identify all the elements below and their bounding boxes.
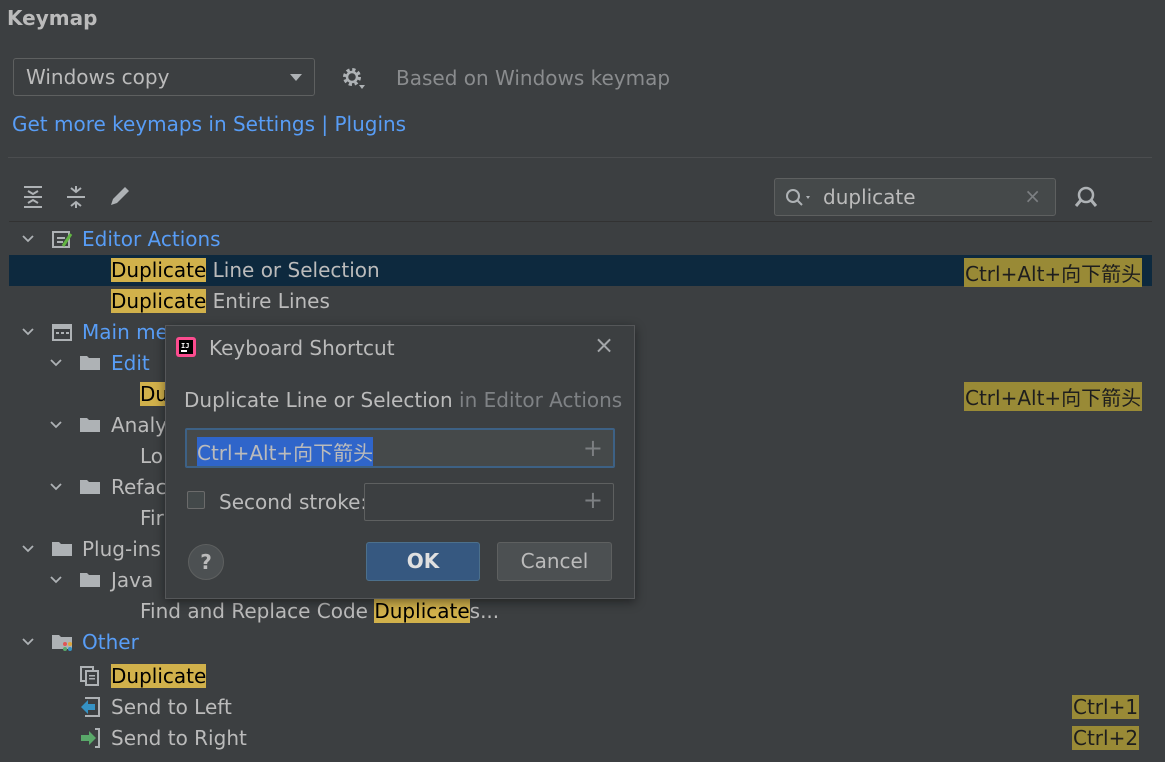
tree-label: Analy — [111, 413, 168, 437]
close-icon[interactable]: × — [594, 333, 614, 357]
tree-label: Plug-ins — [82, 537, 161, 561]
chevron-down-icon[interactable] — [50, 481, 62, 493]
plus-icon[interactable]: + — [583, 486, 603, 514]
divider — [8, 157, 1152, 158]
chevron-down-icon[interactable] — [50, 574, 62, 586]
search-highlight: Duplicate — [111, 664, 207, 688]
folder-icon — [80, 480, 100, 494]
search-field[interactable]: × — [774, 178, 1056, 216]
tree-label-suffix: s... — [469, 599, 500, 623]
tree-label: Main me — [82, 320, 168, 344]
tree-label: Other — [82, 630, 139, 654]
chevron-down-icon[interactable] — [22, 326, 34, 338]
second-stroke-checkbox[interactable] — [187, 491, 205, 509]
tree-label: Fir — [140, 506, 164, 530]
shortcut-badge: Ctrl+Alt+向下箭头 — [964, 258, 1143, 287]
chevron-down-icon[interactable] — [50, 357, 62, 369]
tree-label: Entire Lines — [206, 289, 330, 313]
action-name: Duplicate Line or Selection — [184, 388, 453, 412]
tree-row-send-right[interactable]: Send to Right Ctrl+2 — [9, 723, 1152, 754]
app-logo-icon: IJ — [176, 337, 196, 357]
expand-all-icon[interactable] — [20, 183, 48, 211]
chevron-down-icon[interactable] — [22, 636, 34, 648]
shortcut-badge: Ctrl+2 — [1072, 726, 1140, 750]
main-menu-icon — [52, 324, 72, 341]
other-folder-icon — [52, 635, 72, 651]
cancel-button[interactable]: Cancel — [497, 542, 612, 581]
tree-row-send-left[interactable]: Send to Left Ctrl+1 — [9, 692, 1152, 723]
shortcut-badge: Ctrl+Alt+向下箭头 — [964, 382, 1143, 411]
chevron-down-icon[interactable] — [22, 233, 34, 245]
second-stroke-label: Second stroke: — [219, 490, 368, 514]
page-title: Keymap — [7, 6, 98, 30]
shortcut-badge: Ctrl+1 — [1072, 695, 1140, 719]
tree-label: Refac — [111, 475, 167, 499]
tree-label: Send to Right — [111, 726, 247, 750]
send-left-icon — [81, 697, 100, 717]
plus-icon[interactable]: + — [583, 434, 603, 462]
tree-row-duplicate-line[interactable]: Duplicate Line or Selection Ctrl+Alt+向下箭… — [9, 255, 1152, 287]
first-stroke-field[interactable]: Ctrl+Alt+向下箭头 + — [185, 428, 615, 468]
based-on-label: Based on Windows keymap — [396, 66, 671, 90]
tree-row-duplicate-entire[interactable]: Duplicate Entire Lines — [9, 286, 1152, 317]
plugins-link[interactable]: Get more keymaps in Settings | Plugins — [12, 112, 406, 136]
tree-row-other-duplicate[interactable]: Duplicate — [9, 661, 1152, 692]
tree-row-other[interactable]: Other — [9, 627, 1152, 658]
search-highlight: Duplicate — [111, 289, 207, 313]
copy-icon — [80, 666, 99, 686]
help-button[interactable]: ? — [188, 544, 224, 580]
svg-text:IJ: IJ — [181, 342, 189, 350]
tree-label: Send to Left — [111, 695, 232, 719]
find-shortcut-icon[interactable] — [1072, 184, 1100, 217]
search-highlight: Duplicate — [111, 258, 207, 282]
dialog-title: Keyboard Shortcut — [209, 336, 395, 360]
ok-button[interactable]: OK — [366, 542, 480, 581]
gear-icon[interactable] — [340, 65, 366, 91]
action-context: in Editor Actions — [459, 388, 623, 412]
collapse-all-icon[interactable] — [63, 183, 91, 211]
tree-row-find-replace[interactable]: Find and Replace Code Duplicates... — [9, 596, 1152, 627]
folder-icon — [80, 573, 100, 587]
second-stroke-field[interactable]: + — [364, 483, 614, 521]
tree-label: Find and Replace Code — [140, 599, 375, 623]
tree-label: Editor Actions — [82, 227, 221, 251]
keymap-select-value: Windows copy — [26, 65, 170, 89]
edit-pencil-icon[interactable] — [106, 183, 134, 211]
dialog-action-caption: Duplicate Line or Selection in Editor Ac… — [184, 388, 622, 412]
clear-icon[interactable]: × — [1024, 184, 1041, 208]
tree-label: Lo — [140, 444, 164, 468]
chevron-down-icon[interactable] — [50, 419, 62, 431]
search-icon — [785, 188, 815, 213]
folder-icon — [80, 418, 100, 432]
search-highlight: Duplicate — [374, 599, 470, 623]
folder-icon — [80, 356, 100, 370]
tree-label: Edit — [111, 351, 150, 375]
tree-label: Line or Selection — [206, 258, 380, 282]
search-highlight: Du — [140, 382, 169, 406]
tree-label: Java — [111, 568, 154, 592]
folder-icon — [52, 542, 72, 556]
keyboard-shortcut-dialog: IJ Keyboard Shortcut × Duplicate Line or… — [165, 325, 635, 599]
tree-row-editor-actions[interactable]: Editor Actions — [9, 224, 1152, 255]
chevron-down-icon — [290, 74, 302, 81]
send-right-icon — [81, 728, 100, 748]
first-stroke-value: Ctrl+Alt+向下箭头 — [197, 437, 374, 466]
keymap-select[interactable]: Windows copy — [13, 58, 315, 96]
search-input[interactable] — [823, 185, 1013, 209]
editor-actions-icon — [52, 231, 73, 248]
chevron-down-icon[interactable] — [22, 543, 34, 555]
